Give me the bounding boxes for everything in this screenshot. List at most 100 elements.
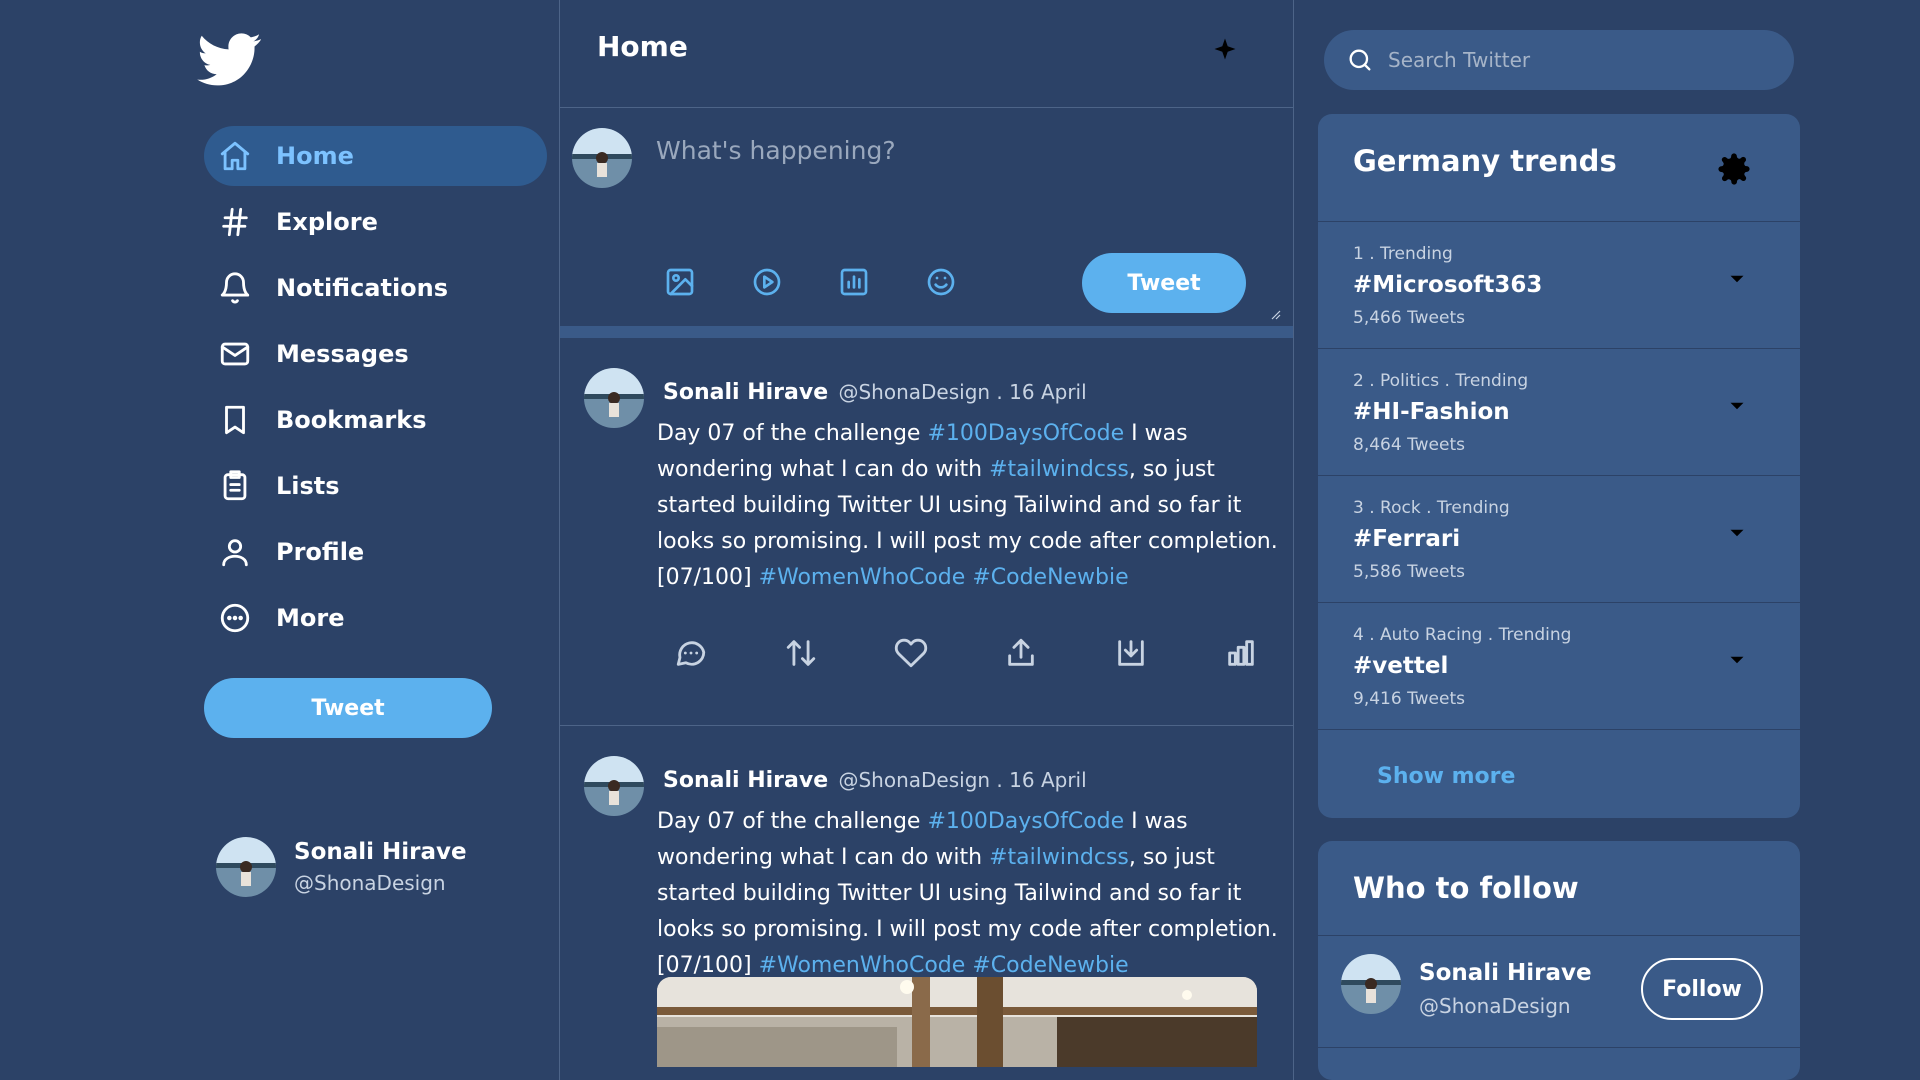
bell-icon	[218, 271, 252, 305]
nav-item-explore[interactable]: Explore	[204, 192, 547, 252]
hashtag-link[interactable]: #WomenWhoCode	[759, 565, 966, 590]
tweet[interactable]: Sonali Hirave @ShonaDesign . 16 April Da…	[560, 726, 1293, 1080]
compose-box: Tweet	[560, 108, 1293, 338]
image-icon[interactable]	[664, 266, 696, 298]
trend-tag: #Ferrari	[1353, 526, 1461, 552]
tweet-meta: @ShonaDesign . 16 April	[838, 380, 1087, 404]
who-to-follow-title: Who to follow	[1353, 871, 1579, 905]
account-switcher[interactable]: Sonali Hirave @ShonaDesign	[216, 837, 467, 897]
search-input[interactable]	[1388, 48, 1768, 72]
avatar	[1341, 954, 1401, 1014]
trend-count: 9,416 Tweets	[1353, 689, 1465, 709]
tweet-actions	[674, 636, 1293, 670]
trend-count: 5,586 Tweets	[1353, 562, 1465, 582]
hashtag-link[interactable]: #tailwindcss	[989, 845, 1129, 870]
poll-icon[interactable]	[838, 266, 870, 298]
trend-item[interactable]: 2 . Politics . Trending #HI-Fashion 8,46…	[1318, 349, 1800, 476]
trend-tag: #vettel	[1353, 653, 1449, 679]
trends-panel: Germany trends 1 . Trending #Microsoft36…	[1318, 114, 1800, 818]
gif-play-icon[interactable]	[751, 266, 783, 298]
nav-item-notifications[interactable]: Notifications	[204, 258, 547, 318]
like-heart-icon[interactable]	[894, 636, 928, 670]
compose-tweet-button[interactable]: Tweet	[1082, 253, 1246, 313]
trends-header: Germany trends	[1318, 114, 1800, 222]
nav-item-lists[interactable]: Lists	[204, 456, 547, 516]
main-nav: Home Explore Notifications Messages Book…	[204, 126, 547, 654]
nav-item-messages[interactable]: Messages	[204, 324, 547, 384]
hashtag-link[interactable]: #WomenWhoCode	[759, 953, 966, 978]
follow-button[interactable]: Follow	[1641, 958, 1763, 1020]
tweet-text: Day 07 of the challenge #100DaysOfCode I…	[657, 416, 1287, 596]
chevron-down-icon[interactable]	[1724, 266, 1750, 292]
nav-item-label: Notifications	[276, 274, 449, 302]
tweet[interactable]: Sonali Hirave @ShonaDesign . 16 April Da…	[560, 338, 1293, 726]
sparkle-icon[interactable]	[1207, 34, 1243, 70]
user-name: Sonali Hirave	[294, 839, 467, 865]
nav-item-label: Messages	[276, 340, 409, 368]
nav-item-label: Lists	[276, 472, 340, 500]
nav-item-profile[interactable]: Profile	[204, 522, 547, 582]
analytics-bar-icon[interactable]	[1224, 636, 1258, 670]
nav-item-label: Profile	[276, 538, 365, 566]
avatar	[216, 837, 276, 897]
tweet-text: Day 07 of the challenge #100DaysOfCode I…	[657, 804, 1287, 984]
share-upload-icon[interactable]	[1004, 636, 1038, 670]
hashtag-link[interactable]: #CodeNewbie	[972, 565, 1128, 590]
tweet-author-name[interactable]: Sonali Hirave	[663, 768, 828, 793]
who-to-follow-header: Who to follow	[1318, 841, 1800, 936]
who-to-follow-panel: Who to follow Sonali Hirave @ShonaDesign…	[1318, 841, 1800, 1080]
compose-toolbar	[664, 266, 1012, 298]
gear-icon[interactable]	[1717, 152, 1751, 186]
left-sidebar: Home Explore Notifications Messages Book…	[0, 0, 559, 1080]
chevron-down-icon[interactable]	[1724, 647, 1750, 673]
hashtag-link[interactable]: #tailwindcss	[989, 457, 1129, 482]
retweet-icon[interactable]	[784, 636, 818, 670]
compose-input[interactable]	[656, 136, 1266, 236]
nav-item-bookmarks[interactable]: Bookmarks	[204, 390, 547, 450]
tweet-text-part: Day 07 of the challenge	[657, 809, 928, 834]
more-circle-icon	[218, 601, 252, 635]
save-download-icon[interactable]	[1114, 636, 1148, 670]
chevron-down-icon[interactable]	[1724, 520, 1750, 546]
hashtag-link[interactable]: #100DaysOfCode	[927, 809, 1124, 834]
sidebar-tweet-button[interactable]: Tweet	[204, 678, 492, 738]
trend-item[interactable]: 1 . Trending #Microsoft363 5,466 Tweets	[1318, 222, 1800, 349]
trend-item[interactable]: 4 . Auto Racing . Trending #vettel 9,416…	[1318, 603, 1800, 730]
trend-count: 8,464 Tweets	[1353, 435, 1465, 455]
nav-item-label: Home	[276, 142, 354, 170]
feed-header: Home	[560, 0, 1293, 108]
suggestion-handle: @ShonaDesign	[1419, 994, 1571, 1018]
tweet-header: Sonali Hirave @ShonaDesign . 16 April	[663, 380, 1087, 405]
show-more-link[interactable]: Show more	[1377, 764, 1515, 789]
follow-suggestion[interactable]: Sonali Hirave @ShonaDesign Follow	[1318, 936, 1800, 1048]
trends-title: Germany trends	[1353, 144, 1617, 178]
clipboard-list-icon	[218, 469, 252, 503]
trend-context: 1 . Trending	[1353, 244, 1453, 264]
hash-icon	[218, 205, 252, 239]
mail-icon	[218, 337, 252, 371]
trend-item[interactable]: 3 . Rock . Trending #Ferrari 5,586 Tweet…	[1318, 476, 1800, 603]
emoji-icon[interactable]	[925, 266, 957, 298]
hashtag-link[interactable]: #CodeNewbie	[972, 953, 1128, 978]
home-icon	[218, 139, 252, 173]
trend-context: 2 . Politics . Trending	[1353, 371, 1529, 391]
avatar[interactable]	[584, 368, 644, 428]
nav-item-label: More	[276, 604, 345, 632]
twitter-bird-logo-icon[interactable]	[194, 27, 266, 91]
trend-context: 4 . Auto Racing . Trending	[1353, 625, 1572, 645]
nav-item-home[interactable]: Home	[204, 126, 547, 186]
hashtag-link[interactable]: #100DaysOfCode	[927, 421, 1124, 446]
tweet-media-image[interactable]	[657, 977, 1257, 1067]
avatar	[572, 128, 632, 188]
bookmark-icon	[218, 403, 252, 437]
page-title: Home	[597, 30, 688, 63]
nav-item-more[interactable]: More	[204, 588, 547, 648]
tweet-text-part: Day 07 of the challenge	[657, 421, 928, 446]
reply-icon[interactable]	[674, 636, 708, 670]
avatar[interactable]	[584, 756, 644, 816]
trend-count: 5,466 Tweets	[1353, 308, 1465, 328]
tweet-author-name[interactable]: Sonali Hirave	[663, 380, 828, 405]
chevron-down-icon[interactable]	[1724, 393, 1750, 419]
resize-grip-icon[interactable]	[1269, 308, 1281, 320]
trend-tag: #Microsoft363	[1353, 272, 1543, 298]
